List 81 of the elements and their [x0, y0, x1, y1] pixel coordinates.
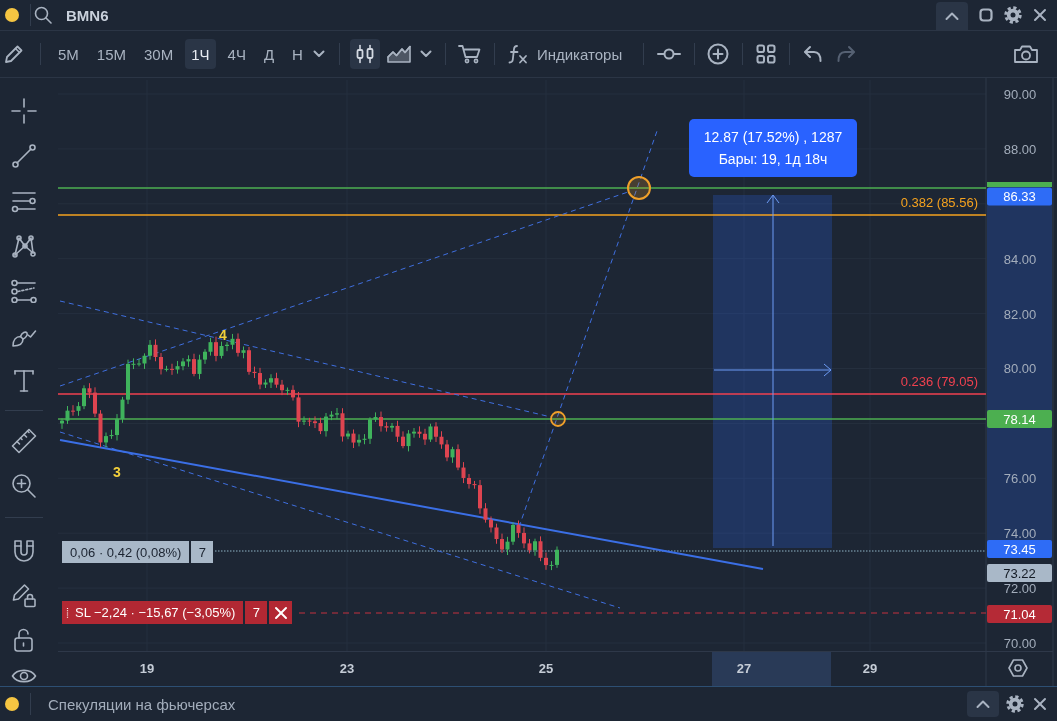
chevron-up-icon[interactable] [945, 11, 959, 21]
wave-label: 3 [113, 464, 121, 480]
maximize-icon[interactable] [979, 8, 993, 22]
measure-bars-text: Бары: 19, 1д 18ч [718, 150, 828, 169]
zoom-in-icon[interactable] [11, 472, 37, 499]
parallel-lines-icon[interactable] [11, 278, 37, 303]
wave-label: 4 [219, 327, 227, 343]
price-axis-label: 84.00 [1003, 251, 1037, 267]
function-icon [506, 44, 529, 64]
eye-icon[interactable] [11, 667, 37, 685]
node-icon[interactable] [657, 48, 682, 60]
price-axis-label: 76.00 [1003, 470, 1037, 486]
price-axis-label: 90.00 [1003, 86, 1037, 102]
position-label: 0,06 · 0,42 (0,08%) [62, 541, 190, 563]
interval-tab[interactable]: 4Ч [221, 39, 252, 69]
workspace-title: Спекуляции на фьючерсах [48, 695, 236, 713]
close-icon[interactable] [1033, 697, 1047, 711]
status-dot-icon [5, 8, 19, 22]
price-axis-label: 88.00 [1003, 141, 1037, 157]
chart-type-button[interactable] [349, 39, 380, 69]
price-tag: 86.33 [987, 187, 1052, 206]
stop-loss-tag[interactable]: SL −2,24 · −15,67 (−3,05%) [62, 601, 244, 624]
pattern-tool-icon[interactable] [11, 233, 37, 258]
camera-icon[interactable] [1013, 44, 1039, 64]
interval-tab[interactable]: 1Ч [185, 39, 216, 69]
interval-tab[interactable]: Н [286, 39, 309, 69]
price-tag: 71.04 [987, 605, 1052, 623]
status-dot-icon [5, 697, 19, 711]
undo-icon[interactable] [803, 45, 824, 63]
ruler-icon[interactable] [11, 427, 37, 454]
interval-tab[interactable]: Д [257, 39, 281, 69]
ring-marker-icon [627, 176, 651, 200]
close-icon[interactable] [1033, 8, 1047, 22]
price-tag: 73.45 [987, 540, 1052, 558]
text-tool-icon[interactable] [11, 368, 37, 393]
pencil-icon[interactable] [4, 44, 24, 64]
time-axis-label: 29 [862, 661, 878, 676]
price-axis-label: 72.00 [1003, 580, 1037, 596]
search-icon[interactable] [34, 6, 52, 24]
magnet-icon[interactable] [11, 537, 37, 562]
price-axis-label: 74.00 [1003, 525, 1037, 541]
time-axis-label: 25 [538, 661, 554, 676]
indicators-button[interactable]: Индикаторы [498, 39, 631, 69]
stop-loss-text: SL −2,24 · −15,67 (−3,05%) [75, 605, 236, 620]
symbol-name[interactable]: BMN6 [66, 6, 109, 24]
drag-handle-icon[interactable] [66, 606, 69, 619]
price-tag: 73.22 [987, 564, 1052, 582]
chevron-down-icon[interactable] [419, 50, 432, 58]
interval-tab[interactable]: 15М [90, 39, 133, 69]
settings-icon[interactable] [1006, 695, 1024, 713]
area-chart-icon [386, 45, 411, 63]
chevron-up-icon [976, 699, 990, 709]
collapse-button[interactable] [967, 691, 999, 717]
crosshair-icon[interactable] [11, 97, 37, 124]
price-axis-label: 70.00 [1003, 635, 1037, 651]
price-axis-label: 80.00 [1003, 360, 1037, 376]
collapse-button[interactable] [936, 2, 968, 30]
time-axis-label: 27 [736, 661, 752, 676]
line-tool-icon[interactable] [11, 142, 37, 169]
chevron-down-icon[interactable] [312, 50, 325, 58]
time-axis-label: 23 [339, 661, 355, 676]
fib-level-label: 0.382 (85.56) [900, 195, 978, 210]
measure-value-text: 12.87 (17.52%) , 1287 [703, 128, 843, 147]
price-tag: 78.14 [987, 410, 1052, 428]
interval-tab[interactable]: 30М [138, 39, 180, 69]
price-axis-label: 82.00 [1003, 306, 1037, 322]
cart-icon[interactable] [457, 44, 482, 64]
quantity-label: 7 [245, 601, 268, 624]
interval-tab[interactable]: 5М [52, 39, 85, 69]
settings-icon[interactable] [1008, 658, 1028, 678]
pencil-lock-icon[interactable] [11, 581, 37, 608]
candlestick-icon [354, 44, 375, 64]
quantity-label: 7 [191, 541, 214, 563]
add-circle-icon[interactable] [707, 43, 730, 65]
time-axis-label: 19 [139, 661, 155, 676]
close-button[interactable] [269, 601, 293, 624]
fib-level-label: 0.236 (79.05) [900, 374, 978, 389]
grid-icon[interactable] [756, 44, 777, 64]
ring-marker-icon [550, 411, 566, 427]
close-icon [273, 605, 288, 620]
settings-icon[interactable] [1004, 6, 1022, 24]
